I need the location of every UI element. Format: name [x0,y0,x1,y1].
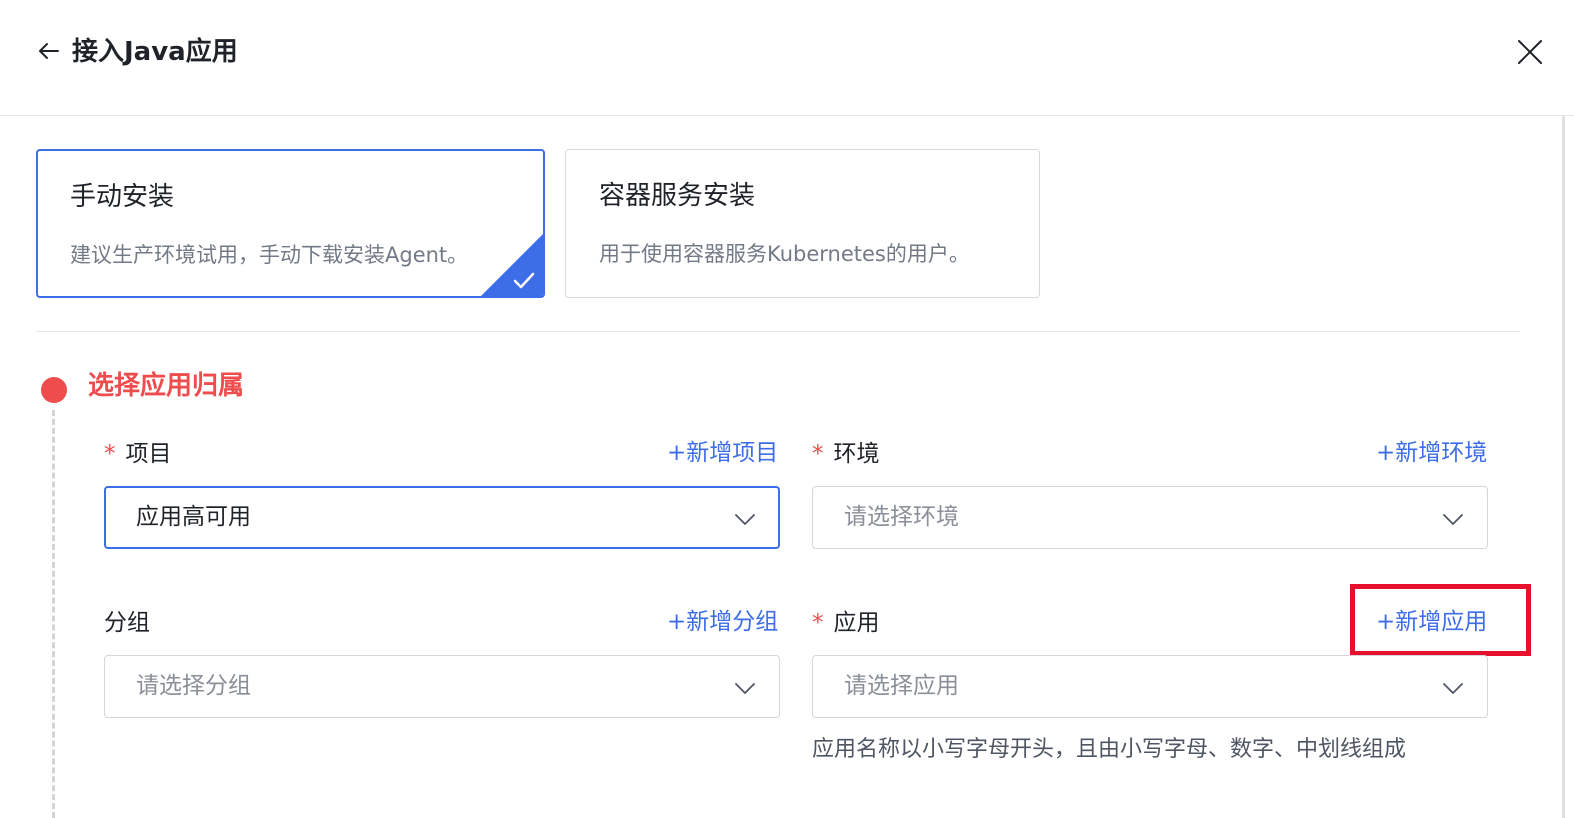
install-option-title: 容器服务安装 [599,181,756,211]
project-select[interactable]: 应用高可用 [104,486,780,549]
application-label: * 应用 [812,607,880,639]
environment-select[interactable]: 请选择环境 [812,486,1488,549]
checkmark-icon [481,234,543,296]
application-name-hint: 应用名称以小写字母开头，且由小写字母、数字、中划线组成 [812,737,1407,762]
arrow-left-icon[interactable] [36,38,62,64]
project-select-value: 应用高可用 [136,504,251,530]
chevron-down-icon [735,683,755,694]
chevron-down-icon [735,514,755,525]
environment-select-placeholder: 请选择环境 [844,504,959,530]
group-select[interactable]: 请选择分组 [104,655,780,718]
add-project-link[interactable]: +新增项目 [667,437,778,469]
highlight-annotation-box [1350,584,1531,656]
application-select-placeholder: 请选择应用 [844,673,959,699]
project-label: * 项目 [104,438,172,470]
chevron-down-icon [1443,514,1463,525]
install-option-description: 建议生产环境试用，手动下载安装Agent。 [70,243,469,267]
section-divider [36,331,1520,332]
add-group-link[interactable]: +新增分组 [667,606,778,638]
required-mark: * [104,441,116,467]
install-option-description: 用于使用容器服务Kubernetes的用户。 [599,242,970,266]
install-option-container[interactable]: 容器服务安装 用于使用容器服务Kubernetes的用户。 [565,149,1040,298]
group-select-placeholder: 请选择分组 [136,673,251,699]
group-label: 分组 [104,607,150,639]
install-option-manual[interactable]: 手动安装 建议生产环境试用，手动下载安装Agent。 [36,149,545,298]
step-indicator-dot [41,377,67,403]
install-option-title: 手动安装 [70,182,175,212]
environment-label-text: 环境 [833,441,880,467]
page-title: 接入Java应用 [72,37,238,67]
required-mark: * [812,441,824,467]
step-title: 选择应用归属 [88,371,245,401]
group-label-text: 分组 [104,610,150,636]
application-label-text: 应用 [833,610,880,636]
scrollbar[interactable] [1562,115,1565,818]
close-icon[interactable] [1514,36,1546,68]
chevron-down-icon [1443,683,1463,694]
add-environment-link[interactable]: +新增环境 [1376,437,1487,469]
required-mark: * [812,610,824,636]
project-label-text: 项目 [125,441,172,467]
step-connector-line [52,410,55,818]
environment-label: * 环境 [812,438,880,470]
drawer-header: 接入Java应用 [0,0,1574,116]
application-select[interactable]: 请选择应用 [812,655,1488,718]
